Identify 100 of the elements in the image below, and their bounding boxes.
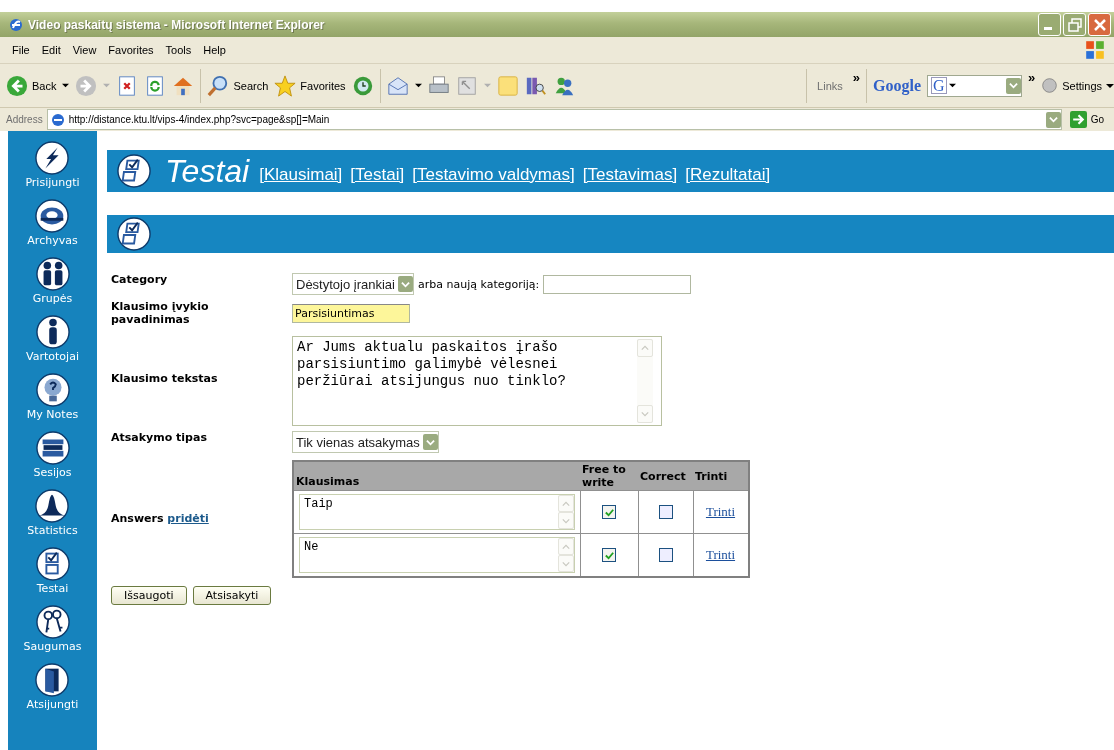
links-label[interactable]: Links	[813, 79, 847, 92]
sidebar-item[interactable]: Sesijos	[33, 431, 72, 489]
scroll-up-icon[interactable]	[641, 344, 649, 352]
form-button[interactable]: Išsaugoti	[111, 586, 187, 605]
dropdown-button[interactable]	[1006, 77, 1021, 94]
address-label: Address	[6, 114, 43, 125]
forward-icon[interactable]	[75, 74, 98, 97]
dropdown-button[interactable]	[422, 434, 438, 450]
favorites-button[interactable]: Favorites	[274, 74, 346, 97]
lightning-icon	[35, 141, 70, 175]
scroll-up-icon[interactable]	[561, 499, 570, 508]
chevron-down-icon	[401, 279, 410, 289]
scrollbar[interactable]	[557, 495, 574, 529]
sidebar-item[interactable]: Vartotojai	[26, 315, 79, 373]
column-header: Correct	[638, 461, 693, 491]
caret-icon	[948, 82, 956, 89]
menu-item[interactable]: File	[6, 44, 36, 56]
minimize-button[interactable]	[1038, 13, 1061, 36]
sidebar-item[interactable]: My Notes	[26, 373, 79, 431]
form-button[interactable]: Atsisakyti	[192, 586, 272, 605]
restore-button[interactable]	[1063, 13, 1086, 36]
free-to-write-checkbox[interactable]	[602, 548, 616, 562]
sidebar-item[interactable]: Saugumas	[23, 605, 82, 663]
nav-link[interactable]: [Testavimo valdymas]	[412, 165, 575, 185]
menu-item[interactable]: Favorites	[102, 44, 160, 56]
scrollbar[interactable]	[557, 538, 574, 572]
free-to-write-checkbox[interactable]	[602, 505, 616, 519]
column-header: Klausimas	[293, 461, 580, 491]
delete-link[interactable]: Trinti	[705, 504, 736, 519]
dropdown-button[interactable]	[398, 276, 413, 292]
menu-item[interactable]: Tools	[159, 44, 198, 56]
back-button[interactable]: Back	[6, 74, 57, 97]
search-button[interactable]: Search	[207, 74, 269, 97]
fullscreen-icon[interactable]	[455, 74, 478, 97]
door-icon	[35, 663, 70, 697]
browser-icon	[8, 16, 24, 33]
field-label: Answers	[111, 511, 164, 525]
mail-icon[interactable]	[386, 74, 409, 97]
scrollbar[interactable]	[637, 339, 653, 423]
nav-link[interactable]: [Klausimai]	[259, 165, 343, 185]
scroll-down-icon[interactable]	[561, 559, 570, 568]
scroll-up-icon[interactable]	[561, 542, 570, 551]
answer-field[interactable]: Ne	[299, 537, 575, 573]
sidebar-item[interactable]: Atsijungti	[26, 663, 79, 721]
delete-link[interactable]: Trinti	[705, 547, 736, 562]
keys-icon	[35, 605, 70, 639]
answer-field[interactable]: Taip	[299, 494, 575, 530]
correct-checkbox[interactable]	[658, 548, 673, 562]
field-label: Category	[110, 273, 169, 288]
chevron-down-icon	[1048, 115, 1058, 124]
sidebar-item[interactable]: Testai	[35, 547, 70, 605]
checklist-icon	[117, 154, 151, 188]
windows-logo-icon	[1084, 39, 1106, 61]
search-icon	[207, 74, 230, 97]
go-button[interactable]: Go	[1065, 111, 1108, 128]
person-icon	[35, 315, 70, 349]
close-button[interactable]	[1088, 13, 1111, 36]
field-label: Atsakymo tipas	[110, 431, 208, 446]
scroll-down-icon[interactable]	[561, 516, 570, 525]
menu-item[interactable]: View	[66, 44, 103, 56]
chevron-button[interactable]: »	[852, 70, 860, 85]
settings-button[interactable]: Settings	[1041, 77, 1114, 94]
correct-checkbox[interactable]	[658, 505, 673, 519]
page-icon	[49, 111, 66, 128]
page-title: Testai	[165, 152, 250, 190]
answer-text: Taip	[304, 496, 334, 513]
nav-link[interactable]: [Rezultatai]	[685, 165, 771, 185]
google-search-field[interactable]: G	[927, 74, 1022, 97]
chevron-down-icon	[425, 437, 435, 447]
chart-icon	[35, 489, 70, 523]
menu-item[interactable]: Edit	[35, 44, 67, 56]
go-arrow-icon	[1069, 111, 1087, 128]
note-icon[interactable]	[496, 74, 519, 97]
scroll-down-icon[interactable]	[641, 410, 649, 418]
sidebar-item[interactable]: Statistics	[27, 489, 78, 547]
dropdown-button[interactable]	[1045, 111, 1061, 128]
field-label: Klausimo tekstas	[110, 372, 219, 385]
checklist-icon	[35, 547, 70, 581]
books-icon	[35, 431, 70, 465]
nav-link[interactable]: [Testai]	[350, 165, 405, 185]
name-field[interactable]: Parsisiuntimas	[292, 303, 410, 323]
category-select[interactable]: Dėstytojo įrankiai	[292, 273, 414, 295]
check-icon	[603, 506, 615, 518]
sidebar-item[interactable]: Prisijungti	[25, 141, 80, 199]
sidebar-item[interactable]: Grupės	[32, 257, 73, 315]
chevron-button[interactable]: »	[1028, 70, 1036, 85]
minimize-icon	[1043, 27, 1052, 30]
address-field[interactable]: http://distance.ktu.lt/vips-4/index.php?svc=page&sp[]=Main	[46, 109, 1062, 130]
caret-icon[interactable]	[62, 82, 70, 89]
nav-link[interactable]: [Testavimas]	[582, 165, 678, 185]
history-icon[interactable]	[351, 74, 374, 97]
new-category-label: arba naują kategoriją:	[418, 277, 540, 291]
sidebar-item[interactable]: Archyvas	[27, 199, 78, 257]
add-link[interactable]: pridėti	[167, 511, 209, 525]
question-text-field[interactable]: Ar Jums aktualu paskaitos įrašo parsisiuntimo galimybė vėlesnei peržiūrai atsijungus nuo tinklo?	[292, 336, 662, 426]
menu-item[interactable]: Help	[197, 44, 232, 56]
new-category-field[interactable]	[543, 274, 692, 294]
star-icon	[274, 74, 297, 97]
answer-type-select[interactable]: Tik vienas atsakymas	[292, 431, 439, 453]
caret-icon[interactable]	[414, 82, 422, 89]
